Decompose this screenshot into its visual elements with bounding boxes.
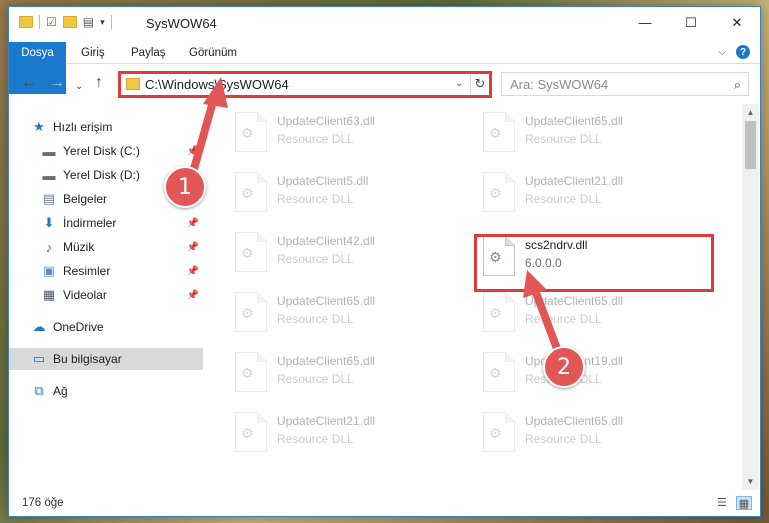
callout-step-1: 1 [164,166,206,208]
callout-step-2: 2 [543,346,585,388]
arrow-2-head [523,270,547,298]
arrow-1-head [203,77,228,108]
annotation-arrows [186,77,566,366]
